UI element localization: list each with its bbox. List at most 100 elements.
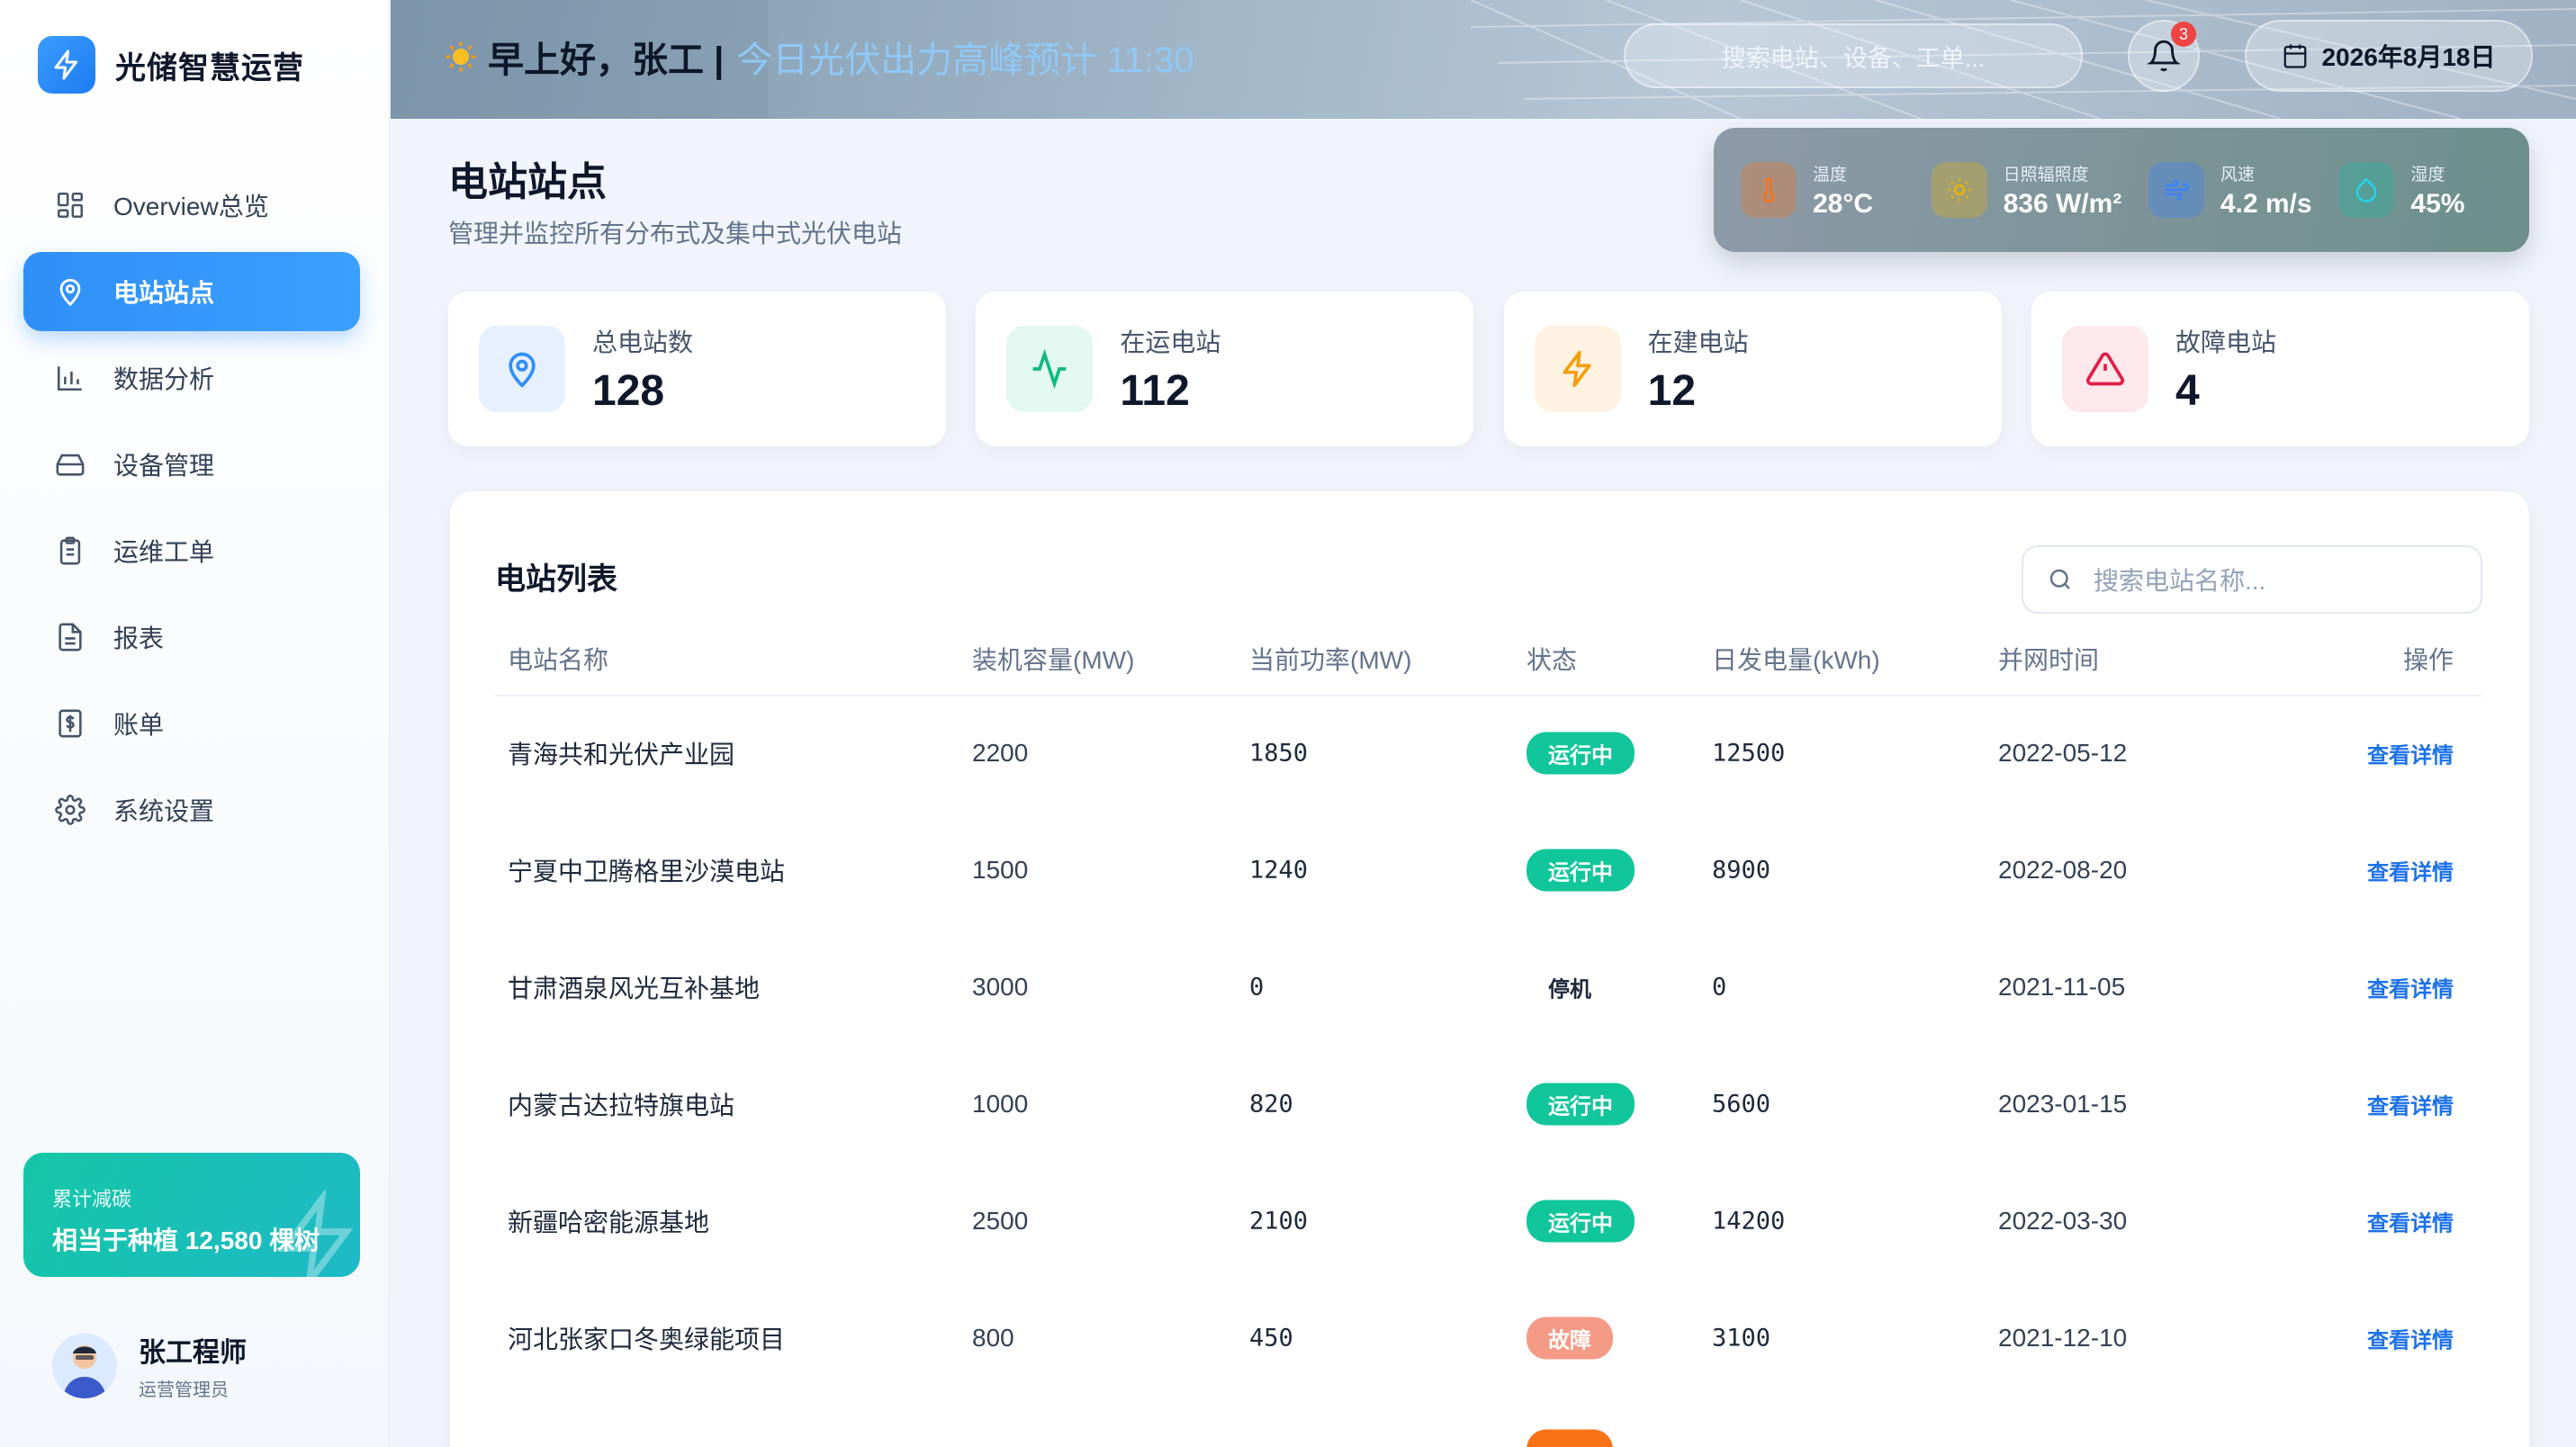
- table-row[interactable]: 宁夏中卫腾格里沙漠电站 1500 1240 运行中 8900 2022-08-2…: [450, 812, 2529, 929]
- weather-humidity: 湿度 45%: [2338, 161, 2506, 220]
- search-icon: [2049, 569, 2070, 589]
- station-daily-yield: 12500: [1712, 739, 1786, 768]
- station-name: 甘肃酒泉风光互补基地: [508, 975, 761, 1002]
- stat-value: 128: [592, 366, 665, 415]
- station-capacity: 2200: [972, 739, 1029, 767]
- status-badge-partial: [1527, 1429, 1613, 1447]
- sidebar-item-label: 数据分析: [113, 365, 215, 393]
- sidebar-item-billing[interactable]: 账单: [23, 684, 360, 763]
- droplet-icon: [2338, 162, 2395, 218]
- sidebar-item-analytics[interactable]: 数据分析: [23, 338, 360, 418]
- station-daily-yield: 8900: [1712, 856, 1771, 885]
- sidebar-item-settings[interactable]: 系统设置: [23, 770, 360, 849]
- sidebar-item-workorders[interactable]: 运维工单: [23, 511, 360, 590]
- user-profile[interactable]: 张工程师 运营管理员: [52, 1330, 247, 1401]
- station-power: 0: [1249, 973, 1265, 1002]
- view-details-link[interactable]: 查看详情: [2367, 1206, 2454, 1237]
- column-header[interactable]: 日发电量(kWh): [1712, 641, 1880, 677]
- brand[interactable]: 光储智慧运营: [38, 36, 304, 94]
- column-header[interactable]: 当前功率(MW): [1249, 641, 1411, 677]
- view-details-link[interactable]: 查看详情: [2367, 738, 2454, 769]
- station-capacity: 1500: [972, 856, 1029, 884]
- station-grid-date: 2023-01-15: [1998, 1090, 2128, 1118]
- station-stats: 总电站数 128 在运电站 112 在建电站 12 故障电站 4: [448, 292, 2529, 446]
- weather-irradiance: 日照辐照度 836 W/m²: [1931, 161, 2125, 220]
- bar-chart-icon: [52, 360, 88, 396]
- date-picker-button[interactable]: 2026年8月18日: [2245, 20, 2533, 92]
- app-name: 光储智慧运营: [115, 50, 304, 85]
- hard-drive-icon: [52, 446, 88, 482]
- station-capacity: 3000: [972, 973, 1029, 1001]
- view-details-link[interactable]: 查看详情: [2367, 855, 2454, 886]
- view-details-link[interactable]: 查看详情: [2367, 972, 2454, 1003]
- stat-fault-stations[interactable]: 故障电站 4: [2031, 292, 2529, 446]
- dollar-receipt-icon: [52, 706, 88, 741]
- table-row[interactable]: 新疆哈密能源基地 2500 2100 运行中 14200 2022-03-30 …: [450, 1163, 2529, 1280]
- sidebar-item-label: 账单: [113, 711, 165, 739]
- search-placeholder: 搜索电站名称...: [2094, 567, 2266, 595]
- table-row[interactable]: 河北张家口冬奥绿能项目 800 450 故障 3100 2021-12-10 查…: [450, 1280, 2529, 1397]
- station-power: 820: [1249, 1090, 1293, 1119]
- page-subtitle: 管理并监控所有分布式及集中式光伏电站: [448, 220, 903, 247]
- station-list-card: 电站列表 搜索电站名称... 电站名称 装机容量(MW) 当前功率(MW) 状态…: [450, 491, 2529, 1447]
- table-row[interactable]: 青海共和光伏产业园 2200 1850 运行中 12500 2022-05-12…: [450, 695, 2529, 812]
- station-capacity: 1000: [972, 1090, 1029, 1118]
- notification-button[interactable]: 3: [2128, 20, 2200, 92]
- table-row[interactable]: 甘肃酒泉风光互补基地 3000 0 停机 0 2021-11-05 查看详情: [450, 929, 2529, 1046]
- sidebar-item-devices[interactable]: 设备管理: [23, 425, 360, 504]
- table-row-partial[interactable]: [450, 1397, 2529, 1447]
- sidebar: 光储智慧运营 Overview总览 电站站点 数据分析 设备管理 运维工单 报表: [0, 0, 390, 1447]
- station-daily-yield: 14200: [1712, 1207, 1786, 1236]
- status-badge: 运行中: [1527, 849, 1635, 892]
- column-header[interactable]: 装机容量(MW): [972, 641, 1134, 677]
- top-header: 早上好，张工 | 今日光伏出力高峰预计 11:30 搜索电站、设备、工单... …: [391, 0, 2576, 119]
- stat-construction-stations[interactable]: 在建电站 12: [1503, 292, 2002, 446]
- sidebar-item-overview[interactable]: Overview总览: [23, 166, 360, 245]
- column-header[interactable]: 电站名称: [508, 641, 608, 677]
- current-date: 2026年8月18日: [2321, 43, 2496, 71]
- avatar: [52, 1333, 117, 1398]
- status-badge: 运行中: [1527, 1083, 1635, 1126]
- map-pin-icon: [479, 326, 565, 412]
- stat-value: 112: [1120, 366, 1190, 415]
- weather-value: 4.2 m/s: [2220, 188, 2312, 219]
- station-grid-date: 2021-11-05: [1998, 973, 2126, 1001]
- table-title: 电站列表: [495, 562, 617, 597]
- notification-badge: 3: [2171, 22, 2196, 47]
- carbon-reduction-card: 累计减碳 相当于种植 12,580 棵树: [23, 1153, 360, 1277]
- view-details-link[interactable]: 查看详情: [2367, 1089, 2454, 1120]
- station-capacity: 800: [972, 1324, 1014, 1352]
- warning-icon: [2061, 326, 2148, 412]
- column-header[interactable]: 并网时间: [1998, 641, 2099, 677]
- weather-widget: 温度 28°C 日照辐照度 836 W/m² 风速 4.2 m/s 湿度 45%: [1714, 128, 2529, 252]
- station-grid-date: 2022-03-30: [1998, 1207, 2128, 1235]
- view-details-link[interactable]: 查看详情: [2367, 1323, 2454, 1354]
- document-icon: [52, 619, 88, 655]
- weather-label: 日照辐照度: [2003, 165, 2089, 184]
- stat-total-stations[interactable]: 总电站数 128: [448, 292, 946, 446]
- calendar-icon: [2284, 44, 2307, 68]
- station-name: 内蒙古达拉特旗电站: [508, 1092, 735, 1119]
- lightning-icon: [1534, 326, 1621, 412]
- weather-label: 湿度: [2410, 165, 2445, 184]
- greeting-text: 早上好，张工 |: [488, 40, 725, 80]
- column-header[interactable]: 状态: [1527, 641, 1577, 677]
- status-badge: 运行中: [1527, 732, 1635, 775]
- status-badge: 停机: [1548, 977, 1591, 1002]
- table-row[interactable]: 内蒙古达拉特旗电站 1000 820 运行中 5600 2023-01-15 查…: [450, 1046, 2529, 1163]
- station-capacity: 2500: [972, 1207, 1029, 1235]
- station-name: 河北张家口冬奥绿能项目: [508, 1326, 786, 1353]
- sidebar-item-reports[interactable]: 报表: [23, 598, 360, 677]
- sidebar-item-label: 运维工单: [113, 538, 215, 566]
- stat-value: 12: [1647, 366, 1697, 415]
- station-daily-yield: 3100: [1712, 1324, 1771, 1353]
- global-search-input[interactable]: 搜索电站、设备、工单...: [1624, 23, 2083, 88]
- clipboard-icon: [52, 533, 88, 569]
- activity-icon: [1006, 326, 1094, 412]
- station-power: 2100: [1249, 1207, 1309, 1236]
- station-power: 1850: [1249, 739, 1309, 768]
- status-badge: 运行中: [1527, 1200, 1635, 1243]
- station-search-input[interactable]: 搜索电站名称...: [2022, 545, 2482, 614]
- sidebar-item-stations[interactable]: 电站站点: [23, 252, 360, 331]
- stat-operating-stations[interactable]: 在运电站 112: [976, 292, 1474, 446]
